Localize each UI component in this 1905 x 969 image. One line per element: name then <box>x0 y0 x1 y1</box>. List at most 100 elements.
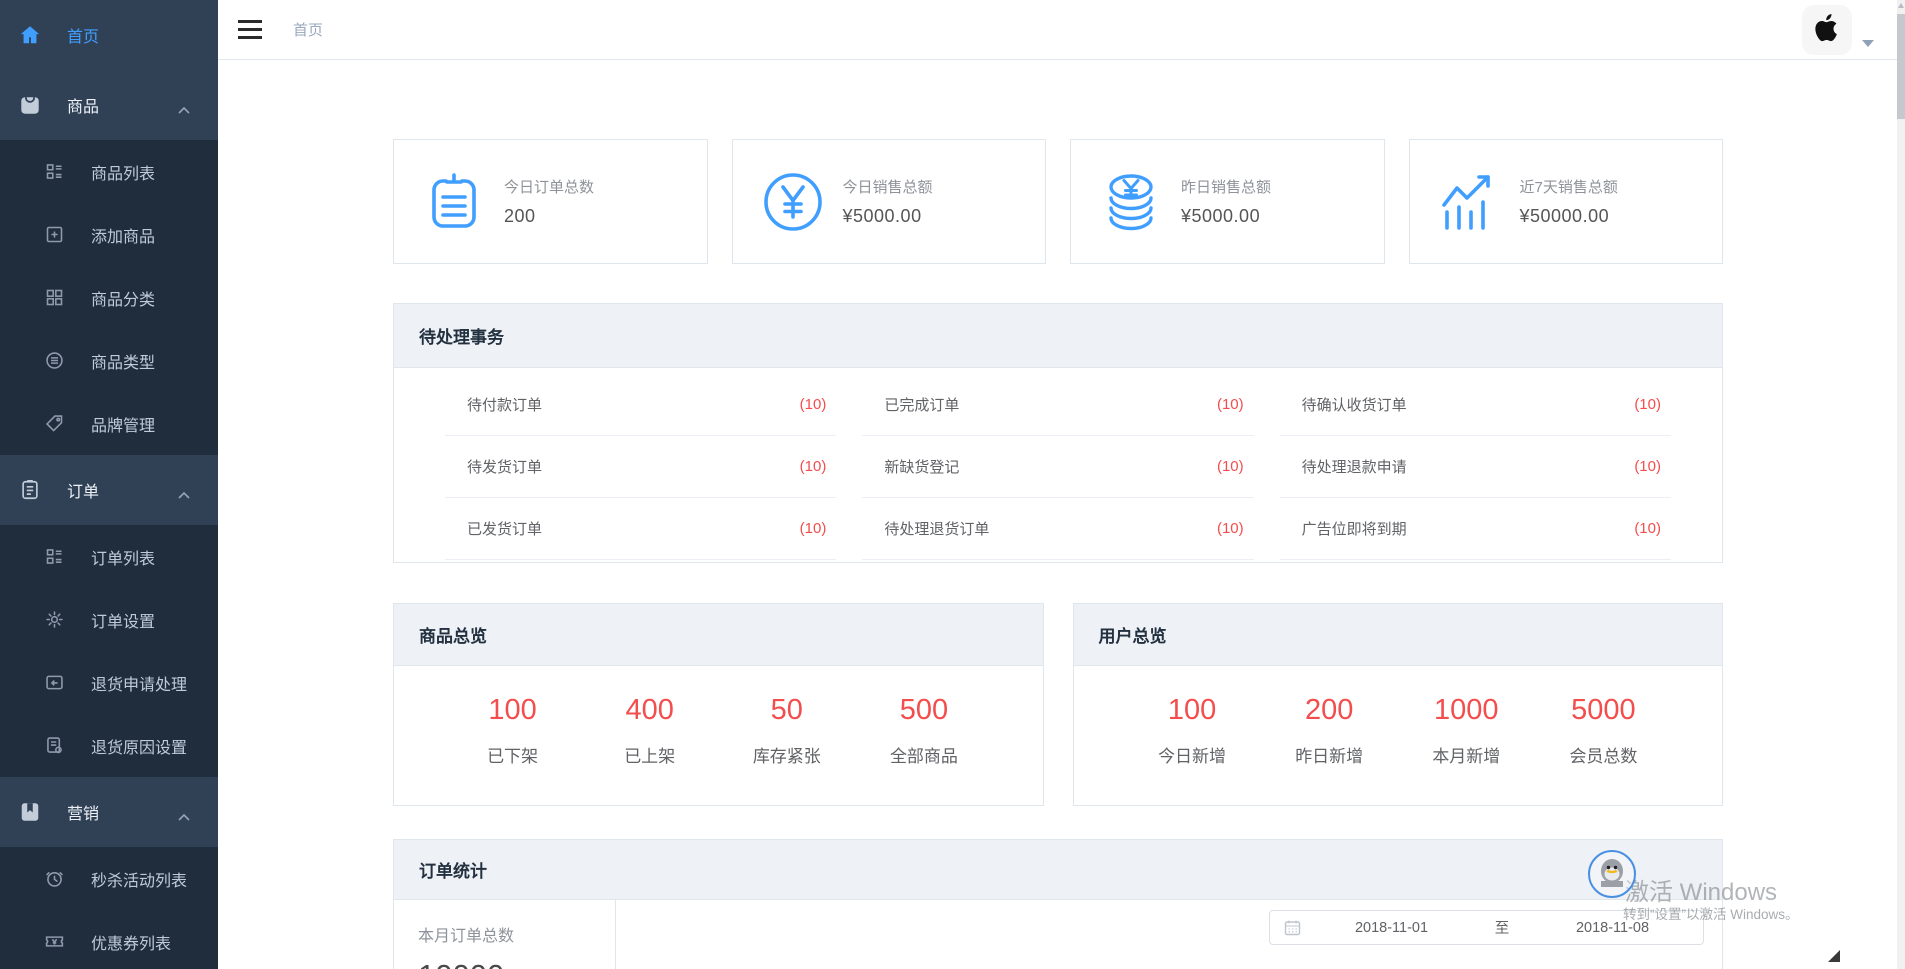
main-area: 首页 今日订单总数 200 <box>218 0 1905 969</box>
user-stat-today-new: 100 今日新增 <box>1124 694 1261 767</box>
breadcrumb[interactable]: 首页 <box>293 19 323 40</box>
todo-count: (10) <box>1217 396 1244 413</box>
order-clipboard-icon <box>19 479 41 501</box>
sidebar-item-label: 首页 <box>67 23 99 47</box>
user-overview-panel: 用户总览 100 今日新增 200 昨日新增 1000 本月新增 <box>1073 603 1724 806</box>
return-apply-icon <box>43 672 65 694</box>
todo-panel-title: 待处理事务 <box>394 304 1722 368</box>
order-settings-icon <box>43 609 65 631</box>
sidebar-item-home[interactable]: 首页 <box>0 0 218 70</box>
order-list-icon <box>43 546 65 568</box>
product-type-icon <box>43 350 65 372</box>
product-stat-all: 500 全部商品 <box>855 694 992 767</box>
todo-count: (10) <box>1217 520 1244 537</box>
topbar: 首页 <box>218 0 1905 60</box>
yesterday-sales-icon <box>1099 170 1163 234</box>
todo-count: (10) <box>800 396 827 413</box>
sidebar-group-label: 商品 <box>67 93 99 117</box>
sidebar-item-add-product[interactable]: 添加商品 <box>0 203 218 266</box>
scrollbar-thumb[interactable] <box>1897 14 1905 119</box>
apple-logo-icon <box>1812 11 1842 50</box>
todo-grid: 待付款订单 (10) 已完成订单 (10) 待确认收货订单 (10) 待发货订单… <box>394 368 1722 562</box>
dashboard-content: 今日订单总数 200 今日销售总额 ¥5000.00 昨日销售总额 <box>218 60 1723 969</box>
sidebar-item-product-category[interactable]: 商品分类 <box>0 266 218 329</box>
sidebar-item-return-apply[interactable]: 退货申请处理 <box>0 651 218 714</box>
product-list-icon <box>43 161 65 183</box>
todo-item-unpaid-orders[interactable]: 待付款订单 (10) <box>445 374 836 436</box>
submenu-products: 商品列表 添加商品 商品分类 商品类型 品牌管理 <box>0 140 218 455</box>
hamburger-menu-icon[interactable] <box>230 10 270 50</box>
user-stat-month-new: 1000 本月新增 <box>1398 694 1535 767</box>
sidebar-item-label: 订单列表 <box>91 545 155 569</box>
todo-count: (10) <box>1634 520 1661 537</box>
sidebar-item-product-type[interactable]: 商品类型 <box>0 329 218 392</box>
qq-assistant-icon[interactable] <box>1588 850 1636 898</box>
flash-sale-icon <box>43 868 65 890</box>
product-stat-on-shelf: 400 已上架 <box>581 694 718 767</box>
stat-card-value: ¥50000.00 <box>1520 206 1618 227</box>
user-stat-total-members: 5000 会员总数 <box>1535 694 1672 767</box>
todo-item-completed-orders[interactable]: 已完成订单 (10) <box>862 374 1253 436</box>
marketing-bookmark-icon <box>19 801 41 823</box>
windows-activation-watermark: 激活 Windows <box>1625 872 1777 907</box>
sidebar-item-flash-sale-list[interactable]: 秒杀活动列表 <box>0 847 218 910</box>
todo-count: (10) <box>1634 396 1661 413</box>
todo-item-refund-applications[interactable]: 待处理退款申请 (10) <box>1280 436 1671 498</box>
sidebar-item-label: 商品分类 <box>91 286 155 310</box>
stat-card-value: ¥5000.00 <box>1181 206 1271 227</box>
chevron-up-icon <box>178 101 190 119</box>
sidebar-item-product-list[interactable]: 商品列表 <box>0 140 218 203</box>
date-start-input[interactable]: 2018-11-01 <box>1301 920 1482 936</box>
today-sales-icon <box>761 170 825 234</box>
sidebar-item-label: 商品列表 <box>91 160 155 184</box>
stat-card-week-sales: 近7天销售总额 ¥50000.00 <box>1409 139 1724 264</box>
sidebar-group-label: 订单 <box>67 478 99 502</box>
sidebar-item-order-list[interactable]: 订单列表 <box>0 525 218 588</box>
date-separator: 至 <box>1482 917 1522 938</box>
sidebar-group-products[interactable]: 商品 <box>0 70 218 140</box>
order-stats-metric: 本月订单总数 10000 <box>394 900 616 969</box>
user-overview-title: 用户总览 <box>1074 604 1723 666</box>
scroll-up-arrow-icon <box>1898 3 1904 8</box>
stat-card-label: 今日订单总数 <box>504 176 594 197</box>
sidebar-item-label: 优惠券列表 <box>91 930 171 954</box>
todo-count: (10) <box>800 520 827 537</box>
todo-item-ad-expiring[interactable]: 广告位即将到期 (10) <box>1280 498 1671 560</box>
sidebar-item-label: 秒杀活动列表 <box>91 867 187 891</box>
stat-card-label: 昨日销售总额 <box>1181 176 1271 197</box>
todo-item-return-orders[interactable]: 待处理退货订单 (10) <box>862 498 1253 560</box>
sidebar-item-coupon-list[interactable]: 优惠券列表 <box>0 910 218 969</box>
tray-arrow-icon <box>1828 950 1840 962</box>
product-stat-off-shelf: 100 已下架 <box>444 694 581 767</box>
avatar[interactable] <box>1802 5 1852 55</box>
vertical-scrollbar[interactable] <box>1897 0 1905 969</box>
category-grid-icon <box>43 287 65 309</box>
submenu-marketing: 秒杀活动列表 优惠券列表 <box>0 847 218 969</box>
windows-activation-watermark-sub: 转到“设置”以激活 Windows。 <box>1623 903 1799 923</box>
sidebar-item-brand-manage[interactable]: 品牌管理 <box>0 392 218 455</box>
user-stat-yesterday-new: 200 昨日新增 <box>1261 694 1398 767</box>
sidebar-group-orders[interactable]: 订单 <box>0 455 218 525</box>
sidebar-item-label: 品牌管理 <box>91 412 155 436</box>
todo-count: (10) <box>1634 458 1661 475</box>
todo-item-to-ship-orders[interactable]: 待发货订单 (10) <box>445 436 836 498</box>
todo-panel: 待处理事务 待付款订单 (10) 已完成订单 (10) 待确认收货订单 (10)… <box>393 303 1723 563</box>
sidebar: 首页 商品 商品列表 添加商品 商品分类 <box>0 0 218 969</box>
todo-item-shipped-orders[interactable]: 已发货订单 (10) <box>445 498 836 560</box>
sidebar-item-return-reason[interactable]: 退货原因设置 <box>0 714 218 777</box>
todo-count: (10) <box>1217 458 1244 475</box>
return-reason-icon <box>43 735 65 757</box>
sidebar-item-order-settings[interactable]: 订单设置 <box>0 588 218 651</box>
sidebar-item-label: 添加商品 <box>91 223 155 247</box>
stat-card-label: 今日销售总额 <box>843 176 933 197</box>
sidebar-item-label: 退货申请处理 <box>91 671 187 695</box>
order-stats-title: 订单统计 <box>394 840 1722 900</box>
sidebar-group-marketing[interactable]: 营销 <box>0 777 218 847</box>
todo-count: (10) <box>800 458 827 475</box>
avatar-dropdown-caret-icon[interactable] <box>1862 40 1874 47</box>
todo-item-new-stockout[interactable]: 新缺货登记 (10) <box>862 436 1253 498</box>
product-overview-title: 商品总览 <box>394 604 1043 666</box>
sidebar-item-label: 商品类型 <box>91 349 155 373</box>
todo-item-confirm-receipt-orders[interactable]: 待确认收货订单 (10) <box>1280 374 1671 436</box>
stat-card-today-sales: 今日销售总额 ¥5000.00 <box>732 139 1047 264</box>
